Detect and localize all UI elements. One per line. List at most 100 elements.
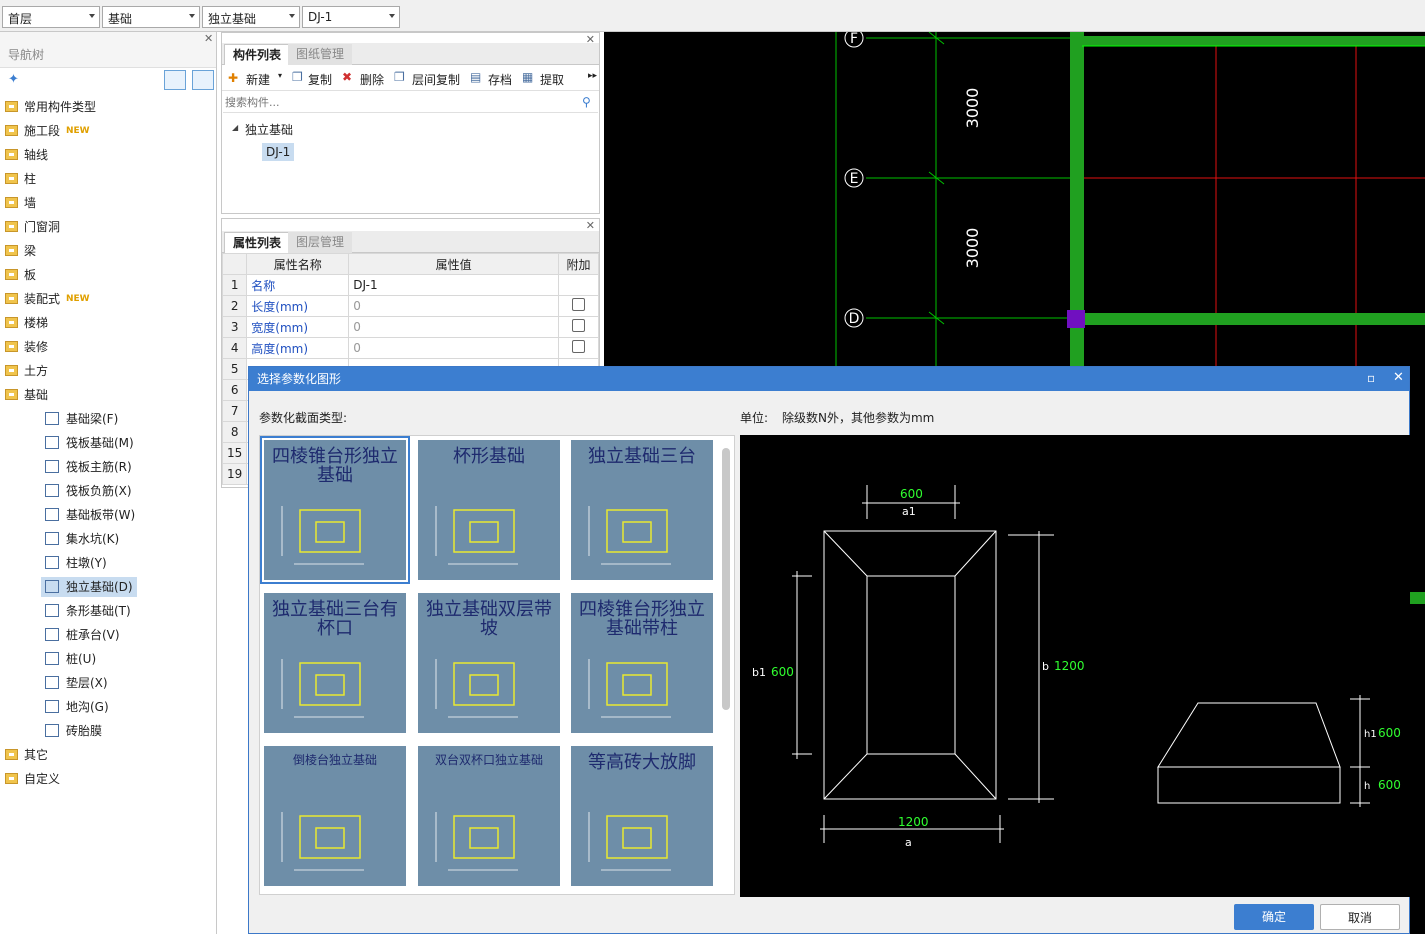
nav-item[interactable]: 柱 — [0, 167, 216, 191]
shape-thumbnail[interactable]: 双台双杯口独立基础 — [418, 746, 560, 886]
category-select[interactable]: 基础 — [102, 6, 200, 28]
shape-thumbnail[interactable]: 等高砖大放脚 — [571, 746, 713, 886]
tab-layer-manage[interactable]: 图层管理 — [288, 232, 353, 253]
property-value[interactable]: 0 — [348, 337, 559, 359]
thumbnail-sketch-icon — [435, 659, 518, 718]
nav-sub-item[interactable]: 桩承台(V) — [0, 623, 216, 647]
tab-property-list[interactable]: 属性列表 — [224, 232, 291, 253]
grid-view-button[interactable] — [192, 70, 214, 90]
nav-sub-item[interactable]: 基础梁(F) — [0, 407, 216, 431]
archive-button[interactable]: 存档 — [488, 71, 512, 88]
shape-thumbnail[interactable]: 倒棱台独立基础 — [264, 746, 406, 886]
property-value[interactable]: DJ-1 — [348, 274, 559, 296]
list-view-button[interactable] — [164, 70, 186, 90]
shape-thumbnail[interactable]: 四棱锥台形独立基础 — [260, 436, 410, 584]
nav-sub-item[interactable]: 筏板基础(M) — [0, 431, 216, 455]
tree-item-dj1[interactable]: DJ-1 — [262, 143, 295, 161]
table-row[interactable]: 2 长度(mm) 0 — [221, 295, 599, 317]
wall[interactable] — [1082, 313, 1425, 325]
nav-item[interactable]: 轴线 — [0, 143, 216, 167]
nav-item[interactable]: 板 — [0, 263, 216, 287]
shape-preview: 600 a1 b1 600 b 1200 1200 a h1 600 h 600 — [740, 435, 1410, 897]
nav-sub-item[interactable]: 砖胎膜 — [0, 719, 216, 743]
table-row[interactable]: 3 宽度(mm) 0 — [221, 316, 599, 338]
property-name: 长度(mm) — [246, 295, 350, 317]
thumbnail-sketch-icon — [588, 506, 671, 565]
extract-icon: ▦ — [522, 70, 534, 84]
archive-icon: ▤ — [470, 70, 482, 84]
extract-button[interactable]: 提取 — [540, 71, 564, 88]
tab-drawing-manage[interactable]: 图纸管理 — [288, 44, 353, 65]
component-icon — [45, 412, 59, 425]
nav-item[interactable]: 墙 — [0, 191, 216, 215]
close-icon[interactable]: ✕ — [204, 32, 213, 45]
shape-thumbnail[interactable]: 独立基础三台 — [571, 440, 713, 580]
checkbox[interactable] — [572, 319, 585, 332]
nav-item[interactable]: 梁 — [0, 239, 216, 263]
nav-item-label: 楼梯 — [24, 316, 49, 330]
nav-sub-item[interactable]: 条形基础(T) — [0, 599, 216, 623]
close-icon[interactable]: ✕ — [1393, 370, 1404, 385]
nav-sub-item[interactable]: 地沟(G) — [0, 695, 216, 719]
nav-item[interactable]: 常用构件类型 — [0, 95, 216, 119]
table-row[interactable]: 4 高度(mm) 0 — [221, 337, 599, 359]
add-icon[interactable]: ✦ — [8, 72, 19, 87]
shape-thumbnail[interactable]: 杯形基础 — [418, 440, 560, 580]
nav-sub-label: 基础梁(F) — [66, 412, 119, 426]
checkbox[interactable] — [572, 298, 585, 311]
wall[interactable] — [1410, 592, 1425, 604]
checkbox[interactable] — [572, 340, 585, 353]
scrollbar[interactable] — [722, 448, 730, 710]
type-select[interactable]: 独立基础 — [202, 6, 300, 28]
nav-item-label: 轴线 — [24, 148, 49, 162]
shape-thumbnail[interactable]: 独立基础三台有杯口 — [264, 593, 406, 733]
nav-item[interactable]: 楼梯 — [0, 311, 216, 335]
collapse-icon[interactable]: ◢ — [232, 123, 238, 132]
chevron-down-icon[interactable]: ▾ — [278, 71, 282, 80]
copy-icon: ❐ — [292, 70, 303, 84]
member-select[interactable]: DJ-1 — [302, 6, 400, 28]
nav-item[interactable]: 装配式 NEW — [0, 287, 216, 311]
nav-item[interactable]: 土方 — [0, 359, 216, 383]
shape-thumbnail[interactable]: 四棱锥台形独立基础带柱 — [571, 593, 713, 733]
nav-item[interactable]: 基础 — [0, 383, 216, 407]
nav-item-label: 施工段 — [24, 124, 61, 138]
floor-select[interactable]: 首层 — [2, 6, 100, 28]
nav-sub-item[interactable]: 桩(U) — [0, 647, 216, 671]
nav-item[interactable]: 自定义 — [0, 767, 216, 791]
floor-copy-button[interactable]: 层间复制 — [412, 71, 460, 88]
plan-outer — [823, 530, 997, 800]
nav-sub-item[interactable]: 基础板带(W) — [0, 503, 216, 527]
nav-item[interactable]: 门窗洞 — [0, 215, 216, 239]
nav-sub-item[interactable]: 筏板负筋(X) — [0, 479, 216, 503]
nav-sub-item[interactable]: 筏板主筋(R) — [0, 455, 216, 479]
copy-button[interactable]: 复制 — [308, 71, 332, 88]
nav-item[interactable]: 其它 — [0, 743, 216, 767]
ok-button[interactable]: 确定 — [1234, 904, 1314, 930]
property-value[interactable]: 0 — [348, 316, 559, 338]
component-search-input[interactable] — [223, 93, 598, 113]
nav-sub-item[interactable]: 独立基础(D) — [0, 575, 216, 599]
tab-component-list[interactable]: 构件列表 — [224, 44, 291, 65]
nav-item-label: 柱 — [24, 172, 37, 186]
nav-sub-item[interactable]: 集水坑(K) — [0, 527, 216, 551]
table-row[interactable]: 1 名称 DJ-1 — [221, 274, 599, 296]
nav-item[interactable]: 装修 — [0, 335, 216, 359]
more-icon[interactable]: ▸▸ — [588, 71, 597, 81]
delete-button[interactable]: 删除 — [360, 71, 384, 88]
component-toolbar: ✚ 新建 ▾ ❐ 复制 ✖ 删除 ❐ 层间复制 ▤ 存档 ▦ 提取 ▸▸ — [222, 65, 599, 91]
shape-thumbnail[interactable]: 独立基础双层带坡 — [418, 593, 560, 733]
maximize-icon[interactable]: ▫ — [1367, 371, 1375, 385]
property-value[interactable]: 0 — [348, 295, 559, 317]
column[interactable] — [1067, 310, 1085, 328]
component-icon — [45, 532, 59, 545]
nav-sub-item[interactable]: 柱墩(Y) — [0, 551, 216, 575]
row-number: 5 — [221, 358, 248, 380]
nav-item[interactable]: 施工段 NEW — [0, 119, 216, 143]
new-button[interactable]: 新建 — [246, 71, 270, 88]
nav-sub-label: 筏板基础(M) — [66, 436, 134, 450]
wall[interactable] — [1082, 36, 1425, 46]
cancel-button[interactable]: 取消 — [1320, 904, 1400, 930]
tree-root[interactable]: 独立基础 — [245, 121, 293, 138]
nav-sub-item[interactable]: 垫层(X) — [0, 671, 216, 695]
